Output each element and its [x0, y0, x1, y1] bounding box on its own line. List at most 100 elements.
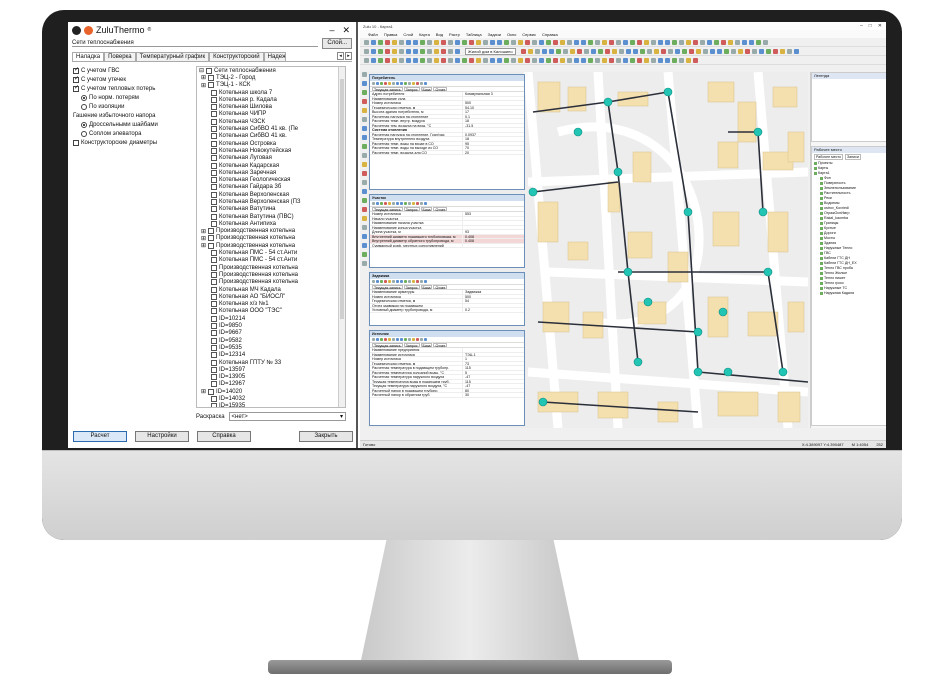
toolbar-button-icon[interactable] [560, 57, 565, 63]
toolbar-button-icon[interactable] [448, 39, 453, 45]
toolbar-button-icon[interactable] [686, 39, 691, 45]
tree-checkbox[interactable] [211, 286, 217, 293]
toolbar-button-icon[interactable] [399, 57, 404, 63]
toolbar-button-icon[interactable] [623, 39, 628, 45]
toolbar-button-icon[interactable] [665, 57, 670, 63]
dialog-tool-icon[interactable] [424, 202, 427, 205]
toolbar-button-icon[interactable] [779, 48, 785, 54]
map-view[interactable]: Потребитель Текущая запись Запрос База Отчет… [368, 72, 808, 428]
attribute-value[interactable]: Коммунальная 3 [462, 92, 524, 96]
tree-checkbox[interactable] [211, 257, 217, 264]
toolbar-button-icon[interactable] [742, 39, 747, 45]
tool-icon[interactable] [361, 216, 367, 221]
toolbar-button-icon[interactable] [639, 48, 645, 54]
toolbar-button-icon[interactable] [371, 39, 376, 45]
dialog-tool-icon[interactable] [424, 82, 427, 85]
tree-item[interactable]: Котельная ПМС - 54 ст.Анти [197, 249, 345, 257]
coloring-select[interactable]: <нет> [228, 412, 346, 421]
network-node[interactable] [613, 167, 623, 177]
tree-item[interactable]: ID=14032 [197, 395, 345, 402]
toolbar-button-icon[interactable] [364, 57, 369, 63]
network-node[interactable] [723, 367, 733, 377]
attribute-value[interactable]: -31.5 [462, 123, 524, 127]
tree-item[interactable]: ⊞ ТЭЦ-1 - КСК [197, 82, 345, 89]
dialog-tool-icon[interactable] [392, 280, 395, 283]
toolbar-button-icon[interactable] [399, 48, 404, 54]
attribute-value[interactable]: 0.0937 [462, 132, 524, 136]
dialog-tool-icon[interactable] [420, 338, 423, 341]
tree-item[interactable]: Котельная Новокутейская [197, 147, 345, 154]
toolbar-button-icon[interactable] [455, 39, 460, 45]
toolbar-button-icon[interactable] [413, 48, 418, 54]
toolbar-button-icon[interactable] [758, 48, 764, 54]
toolbar-button-icon[interactable] [588, 57, 593, 63]
tab-reliability[interactable]: Надежность [263, 52, 286, 61]
toolbar-button-icon[interactable] [364, 48, 369, 54]
toolbar-button-icon[interactable] [462, 39, 467, 45]
expand-icon[interactable]: ⊞ [201, 82, 206, 89]
toolbar-button-icon[interactable] [700, 39, 705, 45]
tree-scrollbar[interactable] [338, 67, 345, 407]
network-node[interactable] [573, 127, 583, 137]
tree-item[interactable]: ID=15935 [197, 403, 345, 407]
toolbar-button-icon[interactable] [602, 57, 607, 63]
option-row[interactable]: С учетом тепловых потерь [73, 84, 198, 93]
toolbar-button-icon[interactable] [490, 57, 495, 63]
tree-checkbox[interactable] [211, 271, 217, 278]
toolbar-button-icon[interactable] [702, 48, 708, 54]
dialog-tool-icon[interactable] [416, 338, 419, 341]
attribute-value[interactable]: ТЭЦ-1 [462, 352, 524, 356]
tab-records[interactable]: Записи [845, 154, 861, 160]
dialog-tool-icon[interactable] [412, 202, 415, 205]
attribute-row[interactable]: Суммарный коэф. местных сопротивлений [370, 243, 524, 248]
network-node[interactable] [623, 267, 633, 277]
toolbar-button-icon[interactable] [548, 48, 554, 54]
toolbar-button-icon[interactable] [672, 39, 677, 45]
toolbar-button-icon[interactable] [441, 48, 446, 54]
dialog-tool-icon[interactable] [384, 280, 387, 283]
tree-checkbox[interactable] [211, 162, 217, 169]
menu-item[interactable]: Правка [384, 32, 398, 37]
tree-checkbox[interactable] [211, 177, 217, 184]
toolbar-button-icon[interactable] [688, 48, 694, 54]
tool-icon[interactable] [361, 234, 367, 239]
toolbar-button-icon[interactable] [751, 48, 757, 54]
toolbar-button-icon[interactable] [525, 57, 530, 63]
toolbar-button-icon[interactable] [595, 39, 600, 45]
dialog-tool-icon[interactable] [416, 280, 419, 283]
dialog-tool-icon[interactable] [376, 338, 379, 341]
toolbar-button-icon[interactable] [483, 57, 488, 63]
close-button[interactable]: ✕ [342, 25, 350, 36]
attribute-value[interactable]: 18 [462, 119, 524, 123]
tree-checkbox[interactable] [211, 140, 217, 147]
menu-item[interactable]: Окно [507, 32, 516, 37]
network-node[interactable] [778, 367, 788, 377]
tree-checkbox[interactable] [211, 359, 217, 366]
dialog-tool-icon[interactable] [380, 338, 383, 341]
attribute-value[interactable]: Задвижка [462, 290, 524, 294]
toolbar-button-icon[interactable] [735, 39, 740, 45]
toolbar-button-icon[interactable] [546, 57, 551, 63]
tree-checkbox[interactable] [208, 388, 215, 395]
toolbar-button-icon[interactable] [637, 57, 642, 63]
toolbar-button-icon[interactable] [525, 39, 530, 45]
toolbar-button-icon[interactable] [406, 48, 411, 54]
network-node[interactable] [663, 87, 673, 97]
tab-workspace[interactable]: Рабочее место [814, 154, 843, 160]
toolbar-button-icon[interactable] [728, 39, 733, 45]
toolbar-button-icon[interactable] [520, 48, 526, 54]
menu-item[interactable]: Справка [542, 32, 558, 37]
toolbar-button-icon[interactable] [532, 39, 537, 45]
tree-item[interactable]: ID=10214 [197, 315, 345, 322]
dialog-tool-icon[interactable] [392, 82, 395, 85]
dialog-tab[interactable]: База [420, 207, 433, 212]
tree-checkbox[interactable] [211, 96, 217, 103]
attribute-value[interactable]: 5 [462, 370, 524, 374]
dialog-tab[interactable]: Запрос [403, 87, 420, 92]
tree-checkbox[interactable] [211, 366, 217, 373]
dialog-tool-icon[interactable] [396, 338, 399, 341]
toolbar-button-icon[interactable] [609, 57, 614, 63]
tree-checkbox[interactable] [211, 403, 217, 407]
tool-icon[interactable] [361, 189, 367, 194]
attribute-value[interactable] [462, 128, 524, 132]
